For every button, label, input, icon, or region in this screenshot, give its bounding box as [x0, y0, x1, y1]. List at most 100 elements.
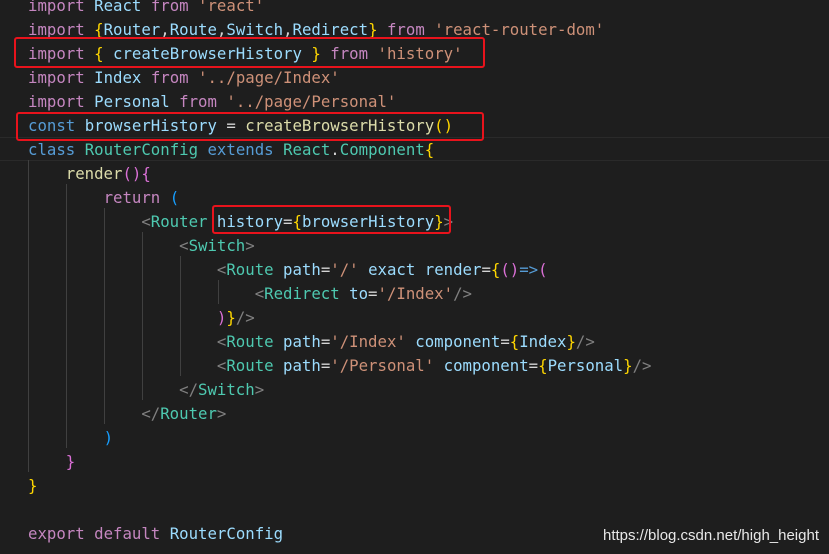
code-line: }: [28, 474, 37, 498]
highlight-box-browser-history: [16, 112, 484, 141]
code-token: (): [500, 260, 520, 279]
code-line: return (: [28, 186, 180, 210]
code-token: (: [169, 188, 180, 207]
code-line: import React from 'react': [28, 0, 264, 18]
code-token: {: [538, 356, 548, 375]
highlight-box-import-history: [14, 37, 485, 68]
code-token: component: [415, 332, 501, 351]
code-token: '/Index': [377, 284, 454, 303]
code-token: '/': [330, 260, 359, 279]
code-token: Route: [226, 260, 274, 279]
code-token: import: [28, 92, 85, 111]
code-token: =: [320, 332, 331, 351]
code-token: Index: [94, 68, 142, 87]
code-line: </Router>: [28, 402, 226, 426]
watermark-text: https://blog.csdn.net/high_height: [603, 527, 819, 544]
code-token: }: [226, 308, 236, 327]
code-token: path: [283, 260, 321, 279]
code-token: =: [500, 332, 510, 351]
code-token: }: [566, 332, 576, 351]
code-token: =: [320, 260, 331, 279]
code-token: extends: [207, 140, 274, 159]
code-token: {: [509, 332, 520, 351]
code-token: {: [424, 140, 435, 159]
code-token: Personal: [547, 356, 624, 375]
code-token: =: [368, 284, 378, 303]
code-token: </: [141, 404, 161, 423]
code-token: component: [443, 356, 529, 375]
code-token: Index: [519, 332, 567, 351]
code-line: class RouterConfig extends React.Compone…: [28, 138, 434, 162]
code-token: Component: [339, 140, 425, 159]
code-token: path: [283, 332, 321, 351]
code-line: <Route path='/Index' component={Index}/>: [28, 330, 595, 354]
code-token: (): [122, 164, 142, 183]
code-token: from: [150, 68, 189, 87]
code-token: .: [330, 140, 340, 159]
code-token: Router: [160, 404, 217, 423]
code-token: class: [28, 140, 76, 159]
code-token: =: [320, 356, 331, 375]
code-token: Route: [226, 332, 274, 351]
code-token: React: [94, 0, 142, 15]
code-token: (: [538, 260, 548, 279]
code-token: ): [216, 308, 227, 327]
code-token: <: [216, 260, 227, 279]
code-token: render: [65, 164, 123, 183]
code-token: to: [349, 284, 369, 303]
code-line: <Switch>: [28, 234, 255, 258]
code-token: />: [632, 356, 652, 375]
code-token: Switch: [188, 236, 246, 255]
code-token: />: [453, 284, 472, 303]
code-token: RouterConfig: [84, 140, 199, 159]
code-token: =: [481, 260, 491, 279]
code-line: render(){: [28, 162, 151, 186]
code-line: import Index from '../page/Index': [28, 66, 340, 90]
code-token: RouterConfig: [169, 524, 284, 543]
code-editor[interactable]: import React from 'react' import {Router,…: [0, 0, 829, 554]
code-token: Route: [226, 356, 274, 375]
highlight-box-history-prop: [212, 205, 451, 234]
code-token: {: [141, 164, 151, 183]
code-token: ): [103, 428, 114, 447]
code-token: {: [490, 260, 501, 279]
code-token: from: [179, 92, 217, 111]
code-token: }: [65, 452, 76, 471]
code-token: '/Index': [330, 332, 406, 351]
code-token: }: [28, 476, 38, 495]
code-token: return: [103, 188, 161, 207]
code-line: <Route path='/' exact render={()=>(: [28, 258, 548, 282]
code-token: <: [254, 284, 265, 303]
code-token: render: [424, 260, 482, 279]
code-token: default: [94, 524, 161, 543]
code-token: '../page/Personal': [226, 92, 397, 111]
